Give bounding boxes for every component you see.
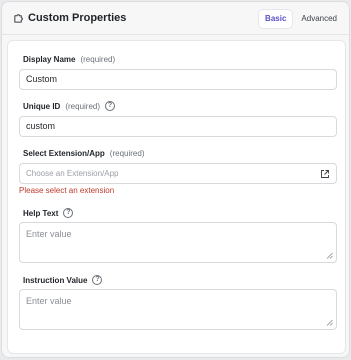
resize-handle-icon[interactable] xyxy=(326,252,333,259)
extension-select-placeholder: Choose an Extension/App xyxy=(26,169,119,178)
unique-id-label: Unique ID (required) ? xyxy=(23,101,116,111)
help-icon[interactable]: ? xyxy=(63,208,74,218)
tab-advanced[interactable]: Advanced xyxy=(295,9,343,29)
panel-header: Custom Properties Basic Advanced xyxy=(2,2,349,35)
custom-properties-panel: Custom Properties Basic Advanced Display… xyxy=(1,1,350,358)
panel-title: Custom Properties xyxy=(28,12,127,24)
resize-handle-icon[interactable] xyxy=(326,319,333,326)
required-marker: (required) xyxy=(109,149,145,158)
instruction-value-label: Instruction Value ? xyxy=(23,275,103,285)
extension-error-message: Please select an extension xyxy=(19,186,115,195)
display-name-label: Display Name (required) xyxy=(23,55,115,64)
instruction-value-textarea[interactable]: Enter value xyxy=(19,289,337,330)
select-extension-label: Select Extension/App (required) xyxy=(23,149,144,158)
tab-basic[interactable]: Basic xyxy=(258,9,294,29)
unique-id-label-text: Unique ID xyxy=(23,101,61,111)
view-tabs: Basic Advanced xyxy=(258,9,343,29)
help-text-textarea[interactable]: Enter value xyxy=(19,222,337,263)
help-text-label-text: Help Text xyxy=(23,208,59,218)
display-name-label-text: Display Name xyxy=(23,55,76,64)
help-icon[interactable]: ? xyxy=(105,101,116,111)
instruction-value-label-text: Instruction Value xyxy=(23,275,88,285)
help-text-label: Help Text ? xyxy=(23,208,74,218)
unique-id-input[interactable]: custom xyxy=(19,116,337,137)
extension-select[interactable]: Choose an Extension/App xyxy=(19,163,337,184)
instruction-value-placeholder: Enter value xyxy=(26,296,72,306)
required-marker: (required) xyxy=(65,101,101,111)
external-link-icon[interactable] xyxy=(320,169,330,179)
form-card: Display Name (required) Custom Unique ID… xyxy=(7,40,346,354)
required-marker: (required) xyxy=(80,55,116,64)
display-name-input[interactable]: Custom xyxy=(19,69,337,90)
help-icon[interactable]: ? xyxy=(92,275,103,285)
puzzle-icon xyxy=(14,14,23,23)
select-extension-label-text: Select Extension/App xyxy=(23,149,105,158)
help-text-placeholder: Enter value xyxy=(26,229,72,239)
